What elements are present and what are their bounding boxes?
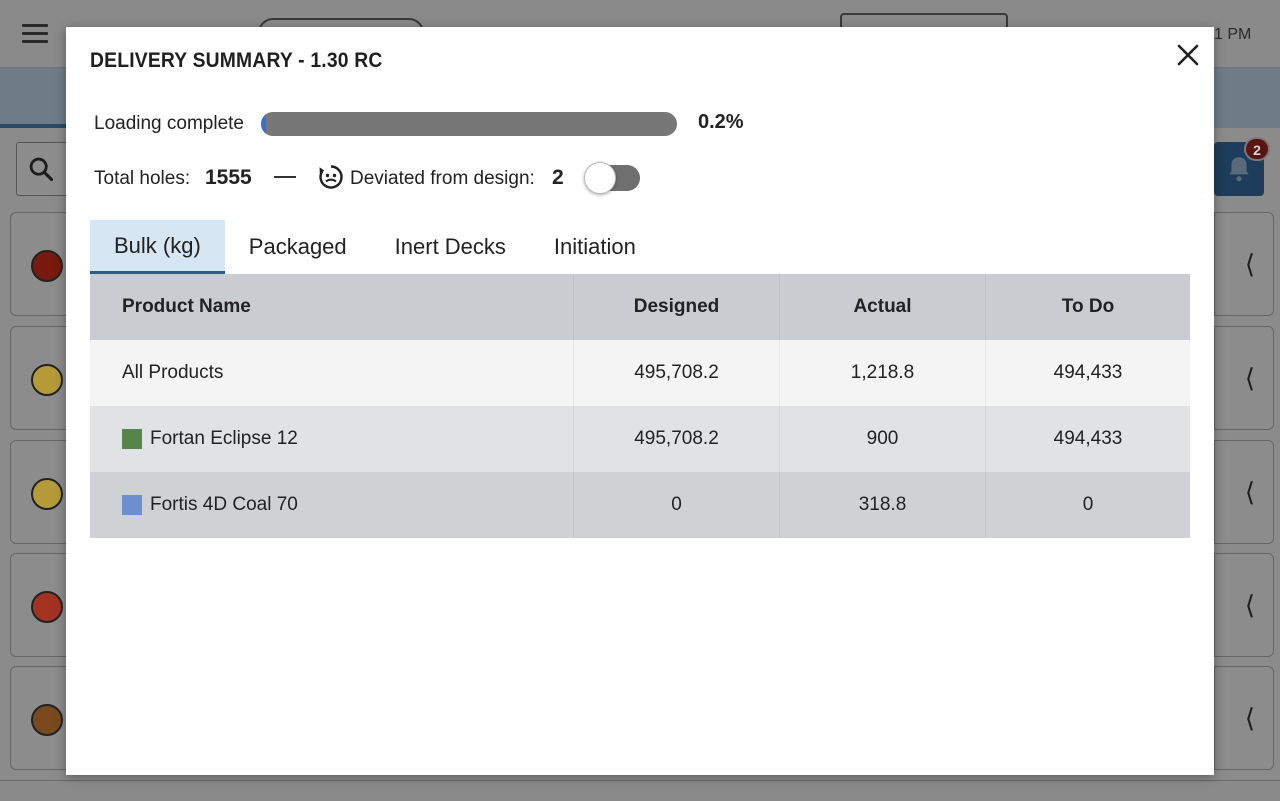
clock-time: 1 PM — [1214, 26, 1252, 43]
progress-percent: 0.2% — [698, 111, 744, 133]
separator-dash — [274, 176, 296, 178]
total-holes-label: Total holes: — [94, 168, 191, 189]
product-category-tabs: Bulk (kg) Packaged Inert Decks Initiatio… — [90, 220, 660, 274]
product-color-swatch — [122, 429, 142, 449]
progress-bar-fill — [261, 112, 266, 136]
status-dot-icon — [31, 250, 63, 282]
todo-cell: 494,433 — [985, 406, 1190, 472]
designed-cell: 495,708.2 — [573, 340, 779, 406]
table-row[interactable]: Fortis 4D Coal 70 0 318.8 0 — [90, 472, 1190, 538]
chevron-left-icon[interactable]: ⟨ — [1245, 590, 1255, 621]
total-holes-value: 1555 — [205, 166, 252, 189]
app-tab-indicator — [0, 124, 66, 128]
chevron-left-icon[interactable]: ⟨ — [1245, 363, 1255, 394]
product-name-cell: Fortan Eclipse 12 — [90, 406, 573, 472]
designed-cell: 0 — [573, 472, 779, 538]
product-color-swatch — [122, 495, 142, 515]
close-button[interactable] — [1172, 39, 1204, 71]
product-name-cell: All Products — [90, 340, 573, 406]
actual-cell: 318.8 — [779, 472, 985, 538]
status-dot-icon — [31, 704, 63, 736]
search-icon — [29, 157, 54, 182]
table-row[interactable]: Fortan Eclipse 12 495,708.2 900 494,433 — [90, 406, 1190, 472]
product-name-cell: Fortis 4D Coal 70 — [90, 472, 573, 538]
todo-cell: 0 — [985, 472, 1190, 538]
progress-label: Loading complete — [94, 113, 244, 134]
deviated-label: Deviated from design: — [350, 168, 535, 189]
delivery-summary-dialog: DELIVERY SUMMARY - 1.30 RC Loading compl… — [66, 27, 1214, 775]
status-dot-icon — [31, 478, 63, 510]
todo-cell: 494,433 — [985, 340, 1190, 406]
notification-count-badge: 2 — [1244, 137, 1270, 161]
product-name: Fortan Eclipse 12 — [150, 428, 298, 449]
actual-cell: 900 — [779, 406, 985, 472]
designed-cell: 495,708.2 — [573, 406, 779, 472]
toggle-knob[interactable] — [584, 162, 616, 194]
column-header-designed: Designed — [573, 274, 779, 340]
dialog-title: DELIVERY SUMMARY - 1.30 RC — [90, 49, 383, 72]
status-dot-icon — [31, 364, 63, 396]
deviated-filter-toggle[interactable] — [584, 162, 642, 194]
progress-bar — [261, 112, 677, 136]
close-icon — [1177, 44, 1199, 66]
product-name: Fortis 4D Coal 70 — [150, 494, 298, 515]
table-row[interactable]: All Products 495,708.2 1,218.8 494,433 — [90, 340, 1190, 406]
hamburger-menu-icon[interactable] — [22, 24, 48, 44]
product-table: Product Name Designed Actual To Do All P… — [90, 274, 1190, 538]
chevron-left-icon[interactable]: ⟨ — [1245, 477, 1255, 508]
deviation-face-icon — [319, 165, 343, 189]
background-footer — [0, 780, 1280, 801]
tab-bulk[interactable]: Bulk (kg) — [90, 220, 225, 274]
deviated-value: 2 — [552, 166, 564, 189]
actual-cell: 1,218.8 — [779, 340, 985, 406]
summary-stats: Total holes: 1555 Deviated from design: … — [94, 162, 714, 196]
status-dot-icon — [31, 591, 63, 623]
bell-icon — [1229, 157, 1249, 182]
tab-initiation[interactable]: Initiation — [530, 220, 660, 274]
table-header-row: Product Name Designed Actual To Do — [90, 274, 1190, 340]
product-name: All Products — [122, 362, 224, 383]
column-header-product-name: Product Name — [122, 296, 251, 317]
loading-progress: Loading complete 0.2% — [94, 111, 744, 137]
column-header-actual: Actual — [779, 274, 985, 340]
tab-packaged[interactable]: Packaged — [225, 220, 371, 274]
column-header-todo: To Do — [985, 274, 1190, 340]
tab-inert-decks[interactable]: Inert Decks — [371, 220, 530, 274]
chevron-left-icon[interactable]: ⟨ — [1245, 703, 1255, 734]
chevron-left-icon[interactable]: ⟨ — [1245, 249, 1255, 280]
